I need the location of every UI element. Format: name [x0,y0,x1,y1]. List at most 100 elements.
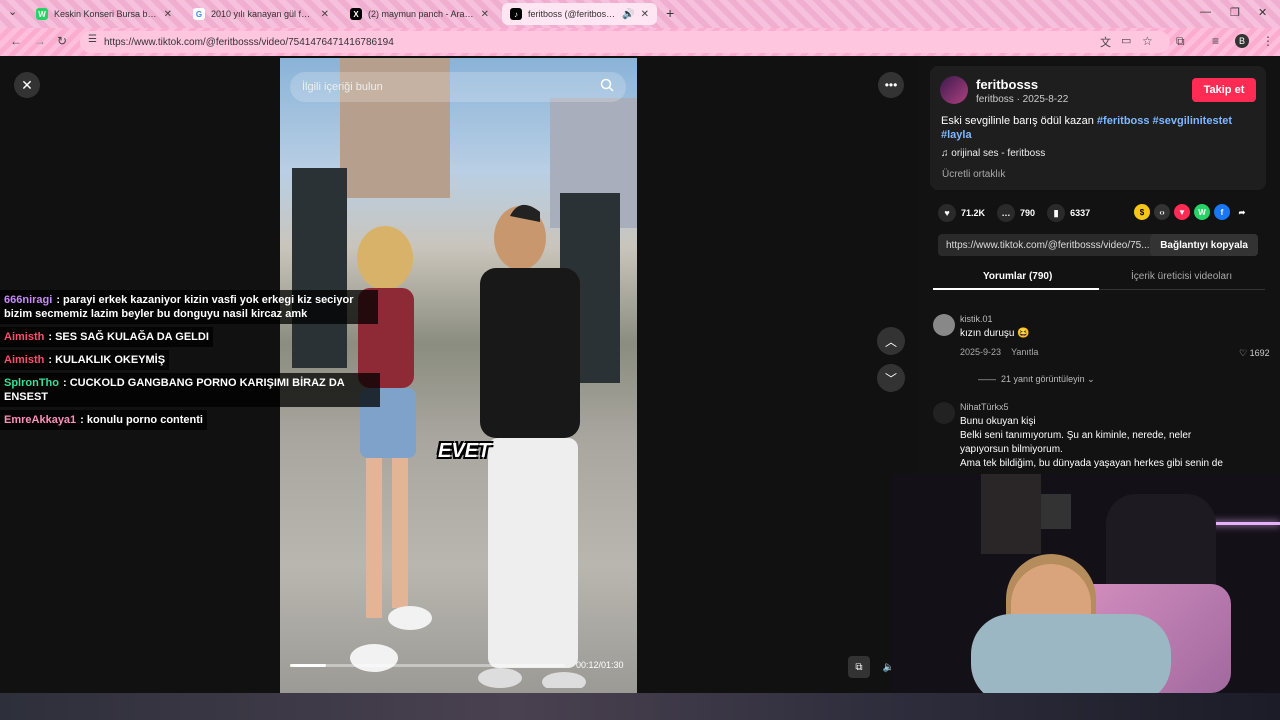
close-icon[interactable]: ✕ [321,9,329,20]
tab-search-icon[interactable]: ⌄ [8,5,17,18]
comment-text: kızın duruşu 😆 [960,328,1030,339]
comment-like-count: 1692 [1249,348,1270,358]
close-video-button[interactable]: ✕ [14,72,40,98]
chat-text: : KULAKLIK OKEYMİŞ [48,354,166,366]
comment-button[interactable]: … 790 [997,204,1035,222]
search-placeholder: İlgili içeriği bulun [302,81,383,93]
comment-meta: 2025-9-23 Yanıtla [960,347,1038,357]
chat-text: : parayi erkek kazaniyor kizin vasfi yok… [4,294,354,320]
tab-title: feritboss (@feritbosss) | Ti [528,9,617,19]
close-icon[interactable]: ✕ [641,9,649,20]
bookmark-icon: ▮ [1047,204,1066,222]
saves-count: 6337 [1070,208,1091,218]
coin-icon[interactable]: $ [1134,204,1150,220]
url-field[interactable]: https://www.tiktok.com/@feritbosss/video… [80,31,1170,53]
pip-icon: ⧉ [855,661,863,673]
commenter-name[interactable]: NihatTürkx5 [960,402,1009,412]
author-username[interactable]: feritbosss [976,77,1038,92]
reply-button[interactable]: Yanıtla [1011,347,1038,357]
engagement-stats: ♥ 71.2K … 790 ▮ 6337 [938,204,1090,222]
profile-avatar[interactable]: B [1235,34,1249,48]
address-bar-row: https://www.tiktok.com/@feritbosss/video… [0,28,1280,56]
send-icon[interactable]: ▼ [1174,204,1190,220]
extensions-icon[interactable]: ⧉ [1176,34,1185,49]
commenter-avatar[interactable] [933,402,955,424]
minimize-icon[interactable]: — [1200,6,1211,18]
like-button[interactable]: ♥ 71.2K [938,204,985,222]
restore-icon[interactable]: ❐ [1230,6,1240,19]
site-info-icon[interactable]: ☰ [88,34,97,45]
chat-username: 666niragi [4,294,53,306]
chevron-down-icon: ﹀ [884,371,897,386]
follow-button[interactable]: Takip et [1192,78,1256,102]
share-link-text[interactable]: https://www.tiktok.com/@feritbosss/video… [946,240,1150,251]
previous-video-button[interactable]: ︿ [877,327,905,355]
comments-count: 790 [1020,208,1036,218]
heart-outline-icon: ♡ [1239,348,1248,358]
streamer-webcam [891,474,1280,693]
close-icon[interactable]: ✕ [164,9,172,20]
stream-chat-overlay: 666niragi: parayi erkek kazaniyor kizin … [0,290,380,433]
window-close-icon[interactable]: ✕ [1258,6,1267,19]
new-tab-icon[interactable]: + [666,5,674,21]
commenter-avatar[interactable] [933,314,955,336]
comment-date: 2025-9-23 [960,347,1002,357]
browser-tab-4[interactable]: ♪ feritboss (@feritbosss) | Ti 🔊 ✕ [502,3,657,25]
search-icon[interactable] [600,78,614,95]
tab-title: 2010 yılı kanayan gül fotosu - G [211,9,315,19]
more-options-button[interactable]: ••• [878,72,904,98]
video-progress-bar[interactable] [290,664,565,667]
translate-icon[interactable]: 文 [1100,34,1111,50]
author-avatar[interactable] [940,76,968,104]
video-search-input[interactable]: İlgili içeriği bulun [290,72,626,102]
media-icon[interactable]: ≡ [1212,34,1219,48]
comment-item: kistik.01 kızın duruşu 😆 2025-9-23 Yanıt… [933,314,1273,384]
taskbar-strip [0,693,1280,720]
cast-icon[interactable]: ▭ [1121,34,1131,47]
copy-link-button[interactable]: Bağlantıyı kopyala [1150,234,1258,256]
next-video-button[interactable]: ﹀ [877,364,905,392]
progress-fill [290,664,326,667]
reload-icon[interactable]: ↻ [57,34,67,48]
bookmark-star-icon[interactable]: ☆ [1142,34,1153,48]
video-caption-overlay: EVET [438,440,491,462]
paid-partnership-label: Ücretli ortaklık [942,169,1006,180]
menu-icon[interactable]: ⋮ [1262,34,1274,48]
tab-title: (2) maymun panch - Arama / X [368,9,475,19]
music-info[interactable]: ♫ orijinal ses - feritboss [941,148,1045,159]
chat-username: Aimisth [4,331,45,343]
browser-tab-2[interactable]: G 2010 yılı kanayan gül fotosu - G ✕ [185,3,337,25]
chat-username: SplronTho [4,377,59,389]
active-tab-underline [933,288,1099,290]
commenter-name[interactable]: kistik.01 [960,314,993,324]
chat-text: : konulu porno contenti [80,414,203,426]
comment-item: NihatTürkx5 Bunu okuyan kişi Belki seni … [933,402,1273,472]
pip-button[interactable]: ⧉ [848,656,870,678]
view-replies-button[interactable]: —— 21 yanıt görüntüleyin ⌄ [978,374,1095,385]
close-icon[interactable]: ✕ [481,9,489,20]
author-handle-date: feritboss · 2025-8-22 [976,94,1069,105]
forward-icon[interactable]: → [34,34,46,48]
chat-text: : SES SAĞ KULAĞA DA GELDI [48,331,209,343]
video-timecode: 00:12/01:30 [576,660,624,670]
save-button[interactable]: ▮ 6337 [1047,204,1090,222]
back-icon[interactable]: ← [10,34,22,48]
speaker-icon[interactable]: 🔊 [622,9,634,20]
browser-tab-1[interactable]: W Keskin Konseri Bursa biletleri | B ✕ [28,3,180,25]
facebook-icon[interactable]: f [1214,204,1230,220]
tab-comments[interactable]: Yorumlar (790) [983,271,1052,282]
share-arrow-icon[interactable]: ➦ [1234,204,1250,220]
background-frame [1041,494,1071,529]
whatsapp-icon[interactable]: W [1194,204,1210,220]
embed-icon[interactable]: ‹› [1154,204,1170,220]
browser-tab-3[interactable]: X (2) maymun panch - Arama / X ✕ [342,3,497,25]
chevron-down-icon: ⌄ [1087,374,1095,384]
comment-like-button[interactable]: ♡ 1692 [1239,348,1270,359]
likes-count: 71.2K [961,208,986,218]
blanket [971,614,1171,693]
music-title: orijinal ses - feritboss [951,148,1046,159]
view-replies-text: 21 yanıt görüntüleyin [1001,374,1085,384]
tab-creator-videos[interactable]: İçerik üreticisi videoları [1131,271,1232,282]
url-text: https://www.tiktok.com/@feritbosss/video… [104,36,394,48]
chat-username: Aimisth [4,354,45,366]
